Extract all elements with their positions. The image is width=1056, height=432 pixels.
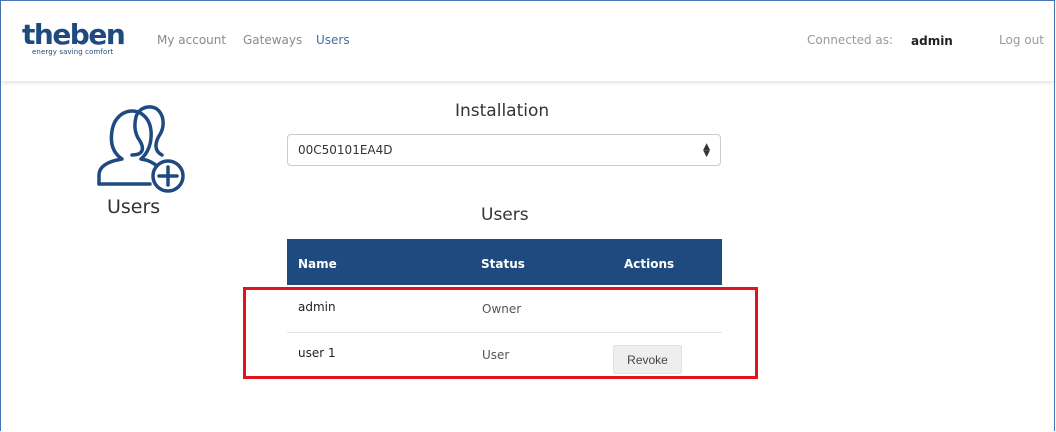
sidebar-users-label: Users (107, 196, 161, 218)
connected-user: admin (911, 34, 953, 48)
column-header-actions: Actions (624, 257, 675, 271)
logo-tagline: energy saving comfort (32, 48, 114, 56)
theben-logo[interactable]: theben energy saving comfort (22, 18, 126, 57)
annotation-highlight-box (243, 287, 758, 379)
connected-as-label: Connected as: (807, 33, 894, 47)
nav-my-account[interactable]: My account (157, 33, 226, 47)
logo-wordmark: theben (22, 18, 126, 51)
column-header-name: Name (298, 257, 337, 271)
logout-link[interactable]: Log out (999, 33, 1044, 47)
installation-selected-value: 00C50101EA4D (298, 143, 393, 157)
installation-title: Installation (455, 101, 550, 121)
column-header-status: Status (481, 257, 525, 271)
users-table-title: Users (481, 205, 529, 225)
users-add-icon (92, 103, 188, 197)
users-table-header: Name Status Actions (287, 239, 722, 285)
installation-select[interactable]: 00C50101EA4D ▲ ▼ (287, 134, 721, 166)
nav-users[interactable]: Users (316, 33, 350, 47)
nav-gateways[interactable]: Gateways (243, 33, 302, 47)
select-updown-icon: ▲ ▼ (703, 142, 710, 159)
top-navbar: theben energy saving comfort My account … (1, 1, 1054, 82)
